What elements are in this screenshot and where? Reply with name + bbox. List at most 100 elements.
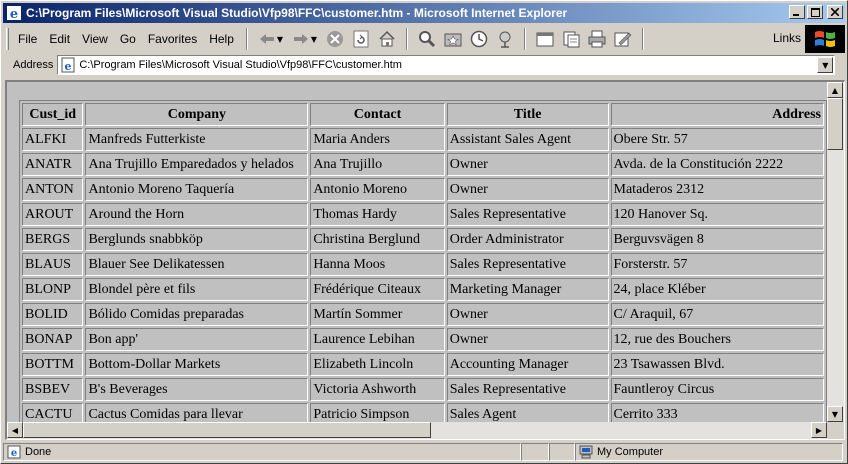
- cell-company: Bólido Comidas preparadas: [85, 303, 309, 326]
- menu-file[interactable]: File: [12, 30, 43, 48]
- table-row: BOTTM Bottom-Dollar Markets Elizabeth Linc…: [22, 353, 824, 376]
- menu-view[interactable]: View: [76, 30, 114, 48]
- cell-cust-id: BOTTM: [22, 353, 84, 376]
- minimize-icon: [793, 14, 799, 16]
- title-bar[interactable]: e C:\Program Files\Microsoft Visual Stud…: [3, 3, 845, 23]
- cell-address: 12, rue des Bouchers: [610, 328, 824, 351]
- links-button[interactable]: Links: [773, 31, 801, 45]
- cell-cust-id: ANATR: [22, 153, 84, 176]
- table-row: BLONP Blondel père et fils Frédérique Cite…: [22, 278, 824, 301]
- cell-title: Assistant Sales Agent: [446, 128, 609, 151]
- address-field[interactable]: e C:\Program Files\Microsoft Visual Stud…: [57, 55, 836, 75]
- scroll-down-button[interactable]: ▼: [827, 406, 843, 422]
- horizontal-scroll-thumb[interactable]: [23, 422, 431, 438]
- table-row: ALFKI Manfreds Futterkiste Maria Anders Ass…: [22, 128, 824, 151]
- toolbar-separator: [405, 28, 408, 50]
- table-row: ANTON Antonio Moreno Taquería Antonio More…: [22, 178, 824, 201]
- address-url: C:\Program Files\Microsoft Visual Studio…: [79, 59, 402, 71]
- window-title: C:\Program Files\Microsoft Visual Studio…: [26, 6, 568, 20]
- minimize-button[interactable]: [789, 5, 805, 19]
- cell-contact: Antonio Moreno: [310, 178, 445, 201]
- menu-grip[interactable]: [6, 28, 9, 50]
- cell-title: Owner: [446, 153, 609, 176]
- menu-favorites[interactable]: Favorites: [142, 30, 203, 48]
- cell-contact: Thomas Hardy: [310, 203, 445, 226]
- arrow-down-icon: ▼: [831, 409, 839, 419]
- mail-icon: [563, 31, 580, 48]
- menu-edit[interactable]: Edit: [43, 30, 76, 48]
- status-pane: [521, 443, 549, 461]
- cell-cust-id: BONAP: [22, 328, 84, 351]
- table-row: BOLID Bólido Comidas preparadas Martín Som…: [22, 303, 824, 326]
- scroll-left-button[interactable]: ◀: [7, 422, 23, 438]
- scrollbar-corner: [827, 422, 844, 439]
- cell-company: Bottom-Dollar Markets: [85, 353, 309, 376]
- cell-address: C/ Araquil, 67: [610, 303, 824, 326]
- refresh-button[interactable]: [348, 28, 374, 50]
- scroll-up-button[interactable]: ▲: [827, 82, 843, 98]
- refresh-icon: [353, 30, 369, 48]
- horizontal-scrollbar[interactable]: ◀ ▶: [7, 422, 827, 439]
- arrow-right-icon: ▶: [815, 425, 823, 435]
- favorites-button[interactable]: [440, 28, 466, 50]
- cell-address: 23 Tsawassen Blvd.: [610, 353, 824, 376]
- table-header-row: Cust_id Company Contact Title Address: [22, 103, 824, 126]
- print-icon: [588, 30, 606, 48]
- cell-address: Fauntleroy Circus: [610, 378, 824, 401]
- cell-company: Around the Horn: [85, 203, 309, 226]
- scroll-right-button[interactable]: ▶: [811, 422, 827, 438]
- windows-logo: [805, 25, 845, 53]
- cell-title: Sales Representative: [446, 378, 609, 401]
- table-row: BERGS Berglunds snabbköp Christina Berglun…: [22, 228, 824, 251]
- cell-cust-id: ANTON: [22, 178, 84, 201]
- search-icon: [418, 31, 435, 48]
- menu-go[interactable]: Go: [114, 30, 142, 48]
- back-icon: [259, 34, 274, 44]
- home-button[interactable]: [374, 28, 400, 50]
- table-row: CACTU Cactus Comidas para llevar Patricio …: [22, 403, 824, 422]
- toolbar-separator: [523, 28, 526, 50]
- internet-explorer-icon: e: [7, 6, 21, 21]
- back-button[interactable]: ▼: [254, 28, 288, 50]
- print-button[interactable]: [584, 28, 610, 50]
- fullscreen-button[interactable]: [532, 28, 558, 50]
- table-row: BSBEV B's Beverages Victoria Ashworth Sales…: [22, 378, 824, 401]
- address-dropdown-button[interactable]: ▼: [817, 57, 834, 73]
- stop-button[interactable]: [322, 28, 348, 50]
- cell-company: Berglunds snabbköp: [85, 228, 309, 251]
- mail-button[interactable]: [558, 28, 584, 50]
- cell-address: Berguvsvägen 8: [610, 228, 824, 251]
- arrow-left-icon: ◀: [11, 425, 19, 435]
- table-row: BONAP Bon app' Laurence Lebihan Owner 12, ru…: [22, 328, 824, 351]
- favorites-icon: [444, 33, 462, 47]
- table-row: BLAUS Blauer See Delikatessen Hanna Moos Sa…: [22, 253, 824, 276]
- stop-icon: [326, 31, 343, 47]
- search-button[interactable]: [414, 28, 440, 50]
- cell-contact: Christina Berglund: [310, 228, 445, 251]
- close-button[interactable]: [827, 5, 843, 19]
- edit-button[interactable]: [610, 28, 636, 50]
- address-bar: Address e C:\Program Files\Microsoft Vis…: [3, 54, 845, 76]
- standard-toolbar: ▼ ▼: [254, 28, 650, 50]
- forward-button[interactable]: ▼: [288, 28, 322, 50]
- cell-title: Owner: [446, 328, 609, 351]
- maximize-button[interactable]: [807, 5, 823, 19]
- status-bar: e Done My Computer: [3, 442, 845, 462]
- forward-icon: [293, 34, 308, 44]
- cell-title: Owner: [446, 178, 609, 201]
- cell-title: Sales Agent: [446, 403, 609, 422]
- fullscreen-icon: [536, 32, 554, 47]
- cell-cust-id: BLAUS: [22, 253, 84, 276]
- vertical-scrollbar[interactable]: ▲ ▼: [827, 82, 844, 422]
- status-text: Done: [25, 446, 52, 458]
- customer-table: Cust_id Company Contact Title Address AL…: [19, 100, 827, 422]
- vertical-scroll-thumb[interactable]: [827, 98, 843, 150]
- maximize-icon: [810, 7, 820, 17]
- cell-contact: Elizabeth Lincoln: [310, 353, 445, 376]
- cell-address: Avda. de la Constitución 2222: [610, 153, 824, 176]
- menu-help[interactable]: Help: [203, 30, 240, 48]
- cell-contact: Laurence Lebihan: [310, 328, 445, 351]
- channels-button[interactable]: [492, 28, 518, 50]
- history-icon: [470, 30, 488, 48]
- history-button[interactable]: [466, 28, 492, 50]
